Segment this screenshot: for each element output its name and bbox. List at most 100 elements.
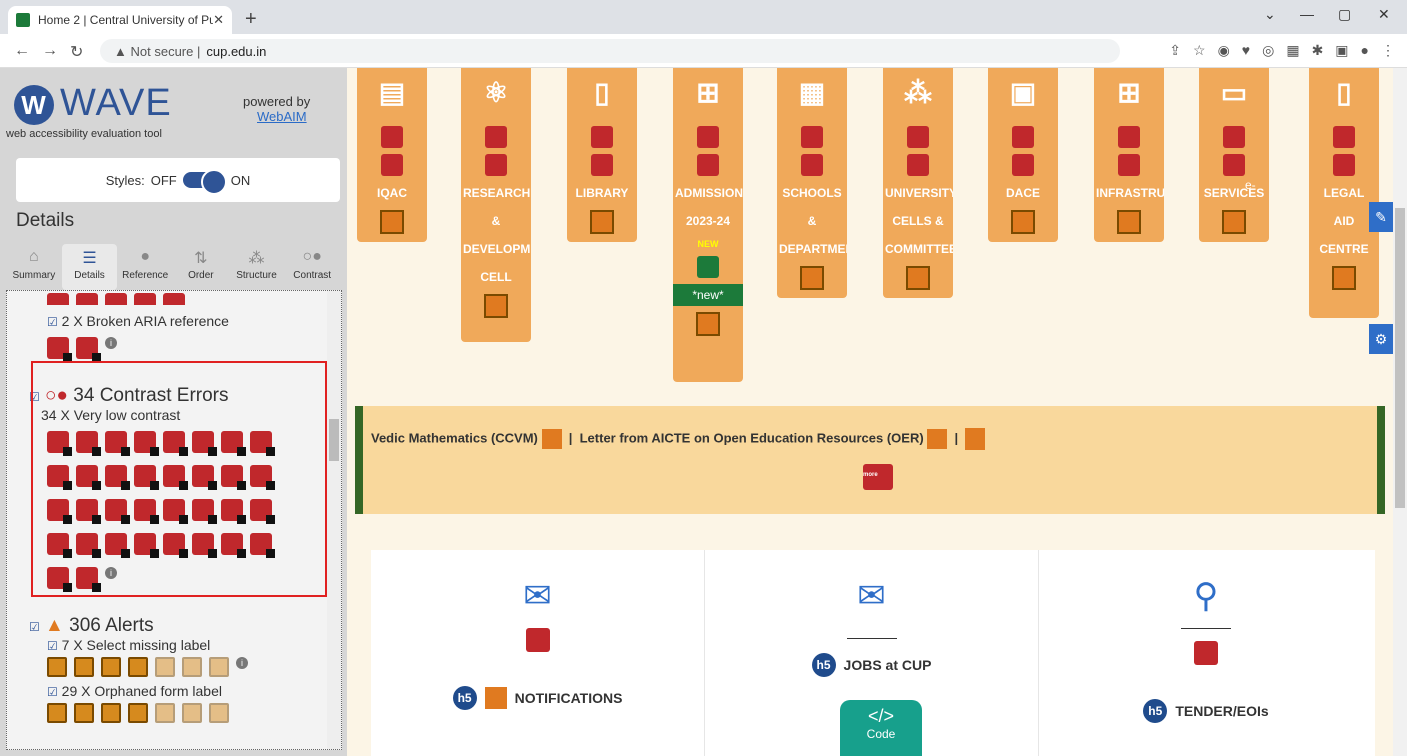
panel-scrollbar[interactable] — [327, 291, 341, 749]
link-error-icon[interactable] — [1333, 126, 1355, 148]
contrast-error-icon[interactable] — [1012, 154, 1034, 176]
orphan-alert-icon[interactable] — [101, 703, 121, 723]
browser-tab[interactable]: Home 2 | Central University of Pu ✕ — [8, 6, 232, 34]
orphan-alert-icon[interactable] — [182, 703, 202, 723]
link-error-icon[interactable] — [485, 126, 507, 148]
link-error-icon[interactable] — [1118, 126, 1140, 148]
contrast-error-icon[interactable] — [1118, 154, 1140, 176]
heading-alert-icon[interactable] — [484, 687, 507, 709]
url-input[interactable]: ▲ Not secure | cup.edu.in — [100, 39, 1120, 63]
select-alert-icon[interactable] — [209, 657, 229, 677]
tab-order[interactable]: ⇅ Order — [173, 244, 229, 290]
link-error-icon[interactable] — [697, 126, 719, 148]
alert-icon[interactable] — [696, 312, 720, 336]
calendar-extension-icon[interactable]: ▦ — [1286, 42, 1299, 59]
back-icon[interactable]: ← — [14, 42, 30, 60]
page-scrollbar[interactable] — [1393, 68, 1407, 756]
link-error-icon[interactable] — [1194, 641, 1218, 665]
page-scroll-thumb[interactable] — [1395, 208, 1405, 508]
webaim-link[interactable]: WebAIM — [257, 109, 310, 124]
alert-icon[interactable] — [1222, 210, 1246, 234]
error-icon[interactable] — [163, 293, 185, 305]
ticker-link[interactable]: Letter from AICTE on Open Education Reso… — [580, 430, 924, 445]
alert-icon[interactable] — [590, 210, 614, 234]
forward-icon[interactable]: → — [42, 42, 58, 60]
code-button[interactable]: </> Code — [840, 700, 922, 756]
bookmark-icon[interactable]: ☆ — [1193, 42, 1206, 59]
alert-icon[interactable] — [484, 294, 508, 318]
section-admissions[interactable]: ⊞ ADMISSIONS 2023-24 NEW *new* — [673, 68, 743, 382]
image-icon[interactable] — [697, 256, 719, 278]
link-error-icon[interactable] — [1223, 126, 1245, 148]
ticker-link[interactable]: Vedic Mathematics (CCVM) — [371, 430, 538, 445]
section-university-cells[interactable]: ⁂ UNIVERSITY CELLS & COMMITTEES — [883, 68, 953, 298]
section-dace[interactable]: ▣ DACE — [988, 68, 1058, 242]
info-icon[interactable]: i — [236, 657, 248, 669]
minimize-button[interactable]: — — [1300, 6, 1314, 22]
details-panel[interactable]: ☑ 2 X Broken ARIA reference i ☑ ○● 34 Co… — [6, 290, 342, 750]
color-extension-icon[interactable]: ♥ — [1242, 42, 1250, 59]
menu-icon[interactable]: ⋮ — [1381, 42, 1395, 59]
styles-toggle[interactable] — [182, 169, 227, 195]
h5-badge[interactable]: h5 — [1143, 699, 1168, 723]
orphan-alert-icon[interactable] — [155, 703, 175, 723]
aria-error-icon[interactable] — [76, 337, 101, 362]
maximize-button[interactable]: ▢ — [1338, 6, 1351, 23]
tab-structure[interactable]: ⁂ Structure — [229, 244, 285, 290]
error-icon[interactable] — [105, 293, 127, 305]
alerts-header[interactable]: ☑ ▲ 306 Alerts — [29, 615, 341, 637]
link-error-icon[interactable] — [907, 126, 929, 148]
select-alert-icon[interactable] — [74, 657, 94, 677]
link-error-icon[interactable] — [525, 628, 550, 652]
alert-icon[interactable] — [906, 266, 930, 290]
orphan-alert-icon[interactable] — [209, 703, 229, 723]
mouse-icon[interactable] — [965, 428, 986, 450]
alert-icon[interactable] — [1332, 266, 1356, 290]
close-window-button[interactable]: ✕ — [1378, 6, 1390, 23]
tab-search-icon[interactable]: ⌄ — [1264, 6, 1276, 23]
tab-reference[interactable]: ● Reference — [117, 244, 173, 290]
tab-summary[interactable]: ⌂ Summary — [6, 244, 62, 290]
pdf-icon[interactable] — [927, 429, 948, 449]
orphaned-label-item[interactable]: ☑ 29 X Orphaned form label — [47, 683, 341, 699]
alert-icon[interactable] — [1011, 210, 1035, 234]
link-error-icon[interactable] — [591, 126, 613, 148]
contrast-error-icon[interactable] — [907, 154, 929, 176]
info-icon[interactable]: i — [105, 337, 117, 349]
alert-icon[interactable] — [380, 210, 404, 234]
section-iqac[interactable]: ▤ IQAC — [357, 68, 427, 242]
orphan-alert-icon[interactable] — [128, 703, 148, 723]
close-tab-icon[interactable]: ✕ — [213, 12, 224, 28]
tab-details[interactable]: ☰ Details — [61, 244, 118, 290]
alert-icon[interactable] — [1117, 210, 1141, 234]
reload-icon[interactable]: ↻ — [70, 42, 83, 62]
select-alert-icon[interactable] — [155, 657, 175, 677]
aria-reference-item[interactable]: ☑ 2 X Broken ARIA reference — [47, 313, 341, 329]
section-e-services[interactable]: ▭ SERVICES e- — [1199, 68, 1269, 242]
extension-icon[interactable]: ◉ — [1218, 42, 1230, 59]
contrast-error-icon[interactable] — [1223, 154, 1245, 176]
section-library[interactable]: ▯ LIBRARY — [567, 68, 637, 242]
contrast-error-icon[interactable] — [697, 154, 719, 176]
h5-badge[interactable]: h5 — [811, 653, 836, 677]
contrast-error-icon[interactable] — [591, 154, 613, 176]
tab-contrast[interactable]: ○● Contrast — [284, 244, 340, 290]
link-error-icon[interactable] — [381, 126, 403, 148]
panel-scroll-thumb[interactable] — [329, 419, 339, 461]
sidepanel-icon[interactable]: ▣ — [1335, 42, 1348, 59]
settings-button[interactable]: ⚙ — [1369, 324, 1393, 354]
new-tab-button[interactable]: + — [245, 8, 257, 31]
more-error-icon[interactable]: more — [863, 464, 893, 490]
pdf-icon[interactable] — [541, 429, 562, 449]
select-alert-icon[interactable] — [182, 657, 202, 677]
alert-icon[interactable] — [800, 266, 824, 290]
contrast-error-icon[interactable] — [801, 154, 823, 176]
select-alert-icon[interactable] — [128, 657, 148, 677]
wave-extension-icon[interactable]: ◎ — [1262, 42, 1274, 59]
contrast-error-icon[interactable] — [1333, 154, 1355, 176]
puzzle-icon[interactable]: ✱ — [1312, 42, 1324, 59]
aria-error-icon[interactable] — [47, 337, 72, 362]
section-research[interactable]: ⚛ RESEARCH & DEVELOPMENT CELL — [461, 68, 531, 342]
orphan-alert-icon[interactable] — [47, 703, 67, 723]
contrast-error-icon[interactable] — [485, 154, 507, 176]
